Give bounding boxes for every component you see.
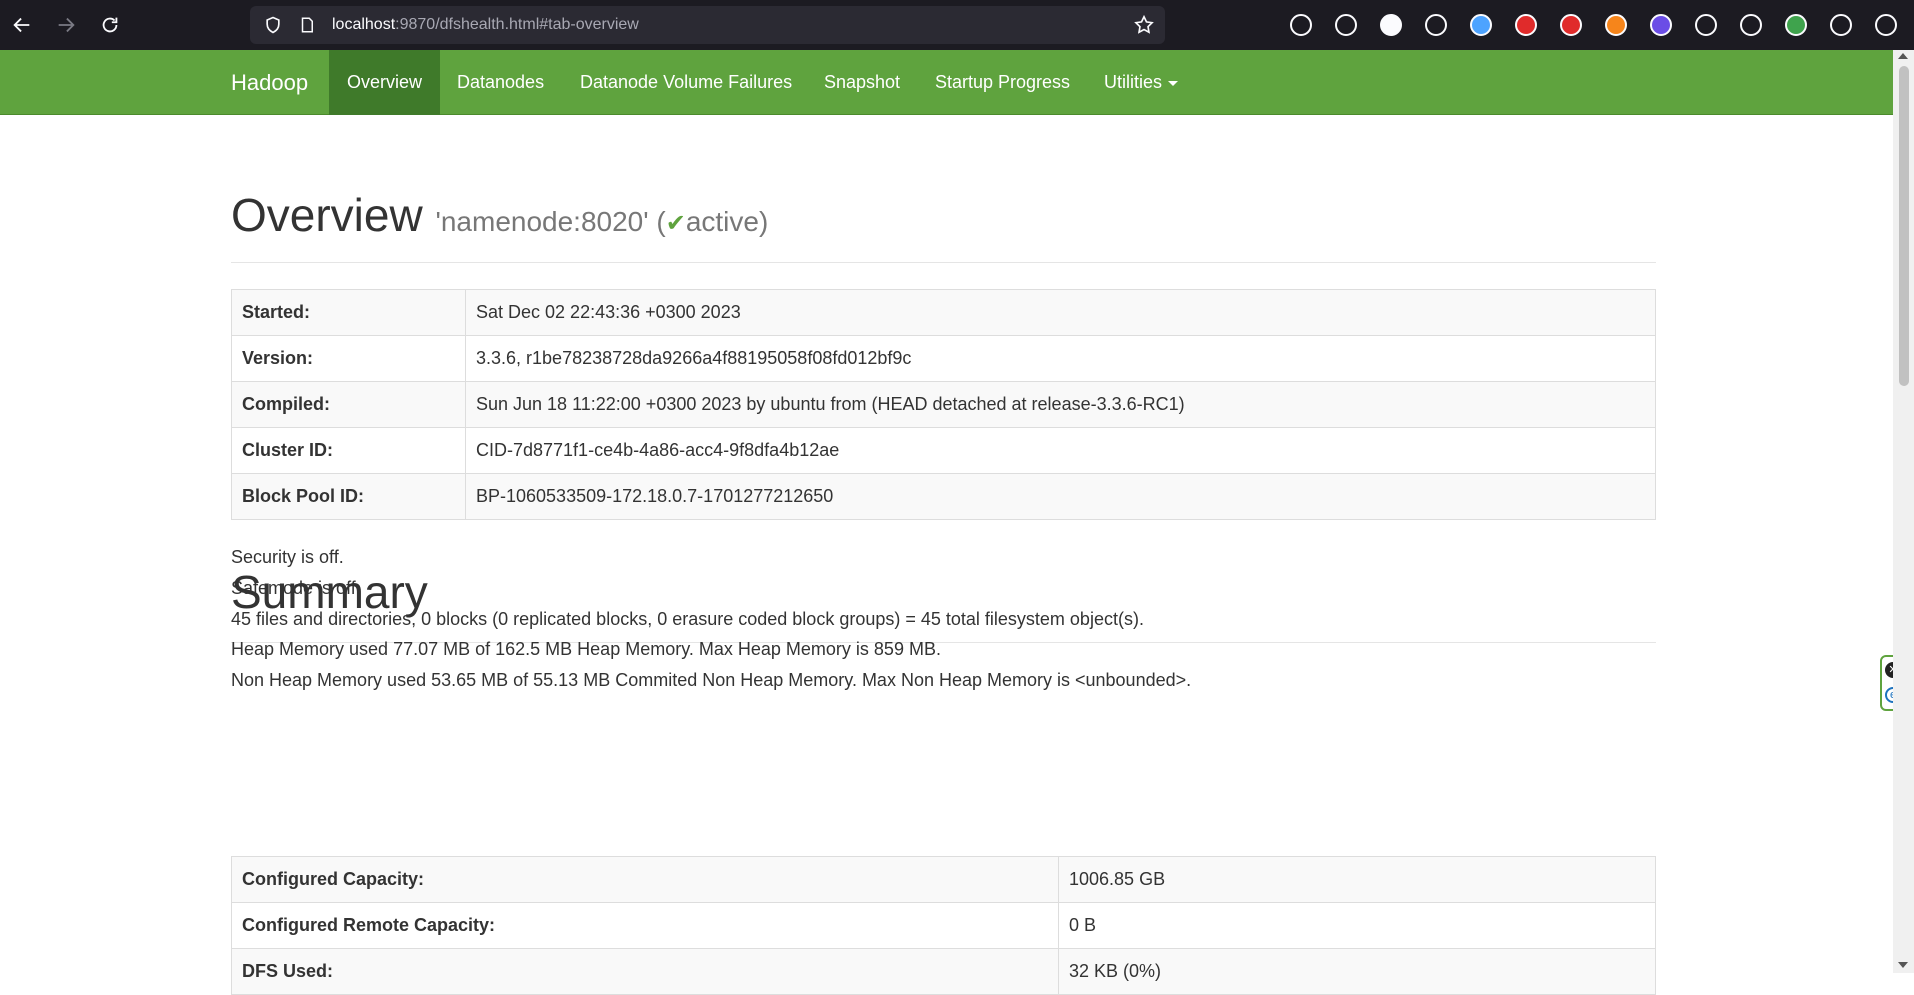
table-row: DFS Used: 32 KB (0%)	[231, 948, 1656, 995]
row-key: Compiled:	[231, 381, 466, 428]
table-row: Version: 3.3.6, r1be78238728da9266a4f8819…	[231, 335, 1656, 382]
summary-line: 45 files and directories, 0 blocks (0 re…	[231, 609, 1144, 629]
puzzle-icon-glyph	[1829, 14, 1852, 36]
divider	[231, 262, 1656, 263]
row-value: 32 KB (0%)	[1058, 948, 1656, 995]
pocket-icon-glyph	[1289, 14, 1312, 36]
table-row: Compiled: Sun Jun 18 11:22:00 +0300 2023 …	[231, 381, 1656, 428]
summary-line: Heap Memory used 77.07 MB of 162.5 MB He…	[231, 639, 941, 659]
forward-button[interactable]	[44, 0, 88, 50]
summary-line: Security is off.	[231, 547, 344, 567]
ghost-icon-glyph	[1649, 14, 1672, 36]
arrow-left-icon	[13, 17, 30, 33]
page-title: Overview 'namenode:8020' (✔active)	[231, 188, 768, 242]
bars-icon[interactable]	[1413, 0, 1458, 50]
puzzle-color-icon-glyph	[1784, 14, 1807, 36]
tab-startup-progress[interactable]: Startup Progress	[917, 50, 1088, 115]
a-icon-glyph	[1379, 14, 1402, 36]
row-value: Sat Dec 02 22:43:36 +0300 2023	[465, 289, 1656, 336]
check-icon: ✔	[665, 210, 686, 237]
ghost-icon[interactable]	[1638, 0, 1683, 50]
extension-bar	[1278, 0, 1908, 50]
table-row: Configured Remote Capacity: 0 B	[231, 902, 1656, 949]
host-text: 'namenode:8020'	[435, 206, 649, 237]
tab-overview[interactable]: Overview	[329, 50, 441, 115]
reload-button[interactable]	[88, 0, 132, 50]
namenode-host: 'namenode:8020' (✔active)	[435, 206, 769, 237]
row-value: 3.3.6, r1be78238728da9266a4f88195058f08f…	[465, 335, 1656, 382]
row-value: BP-1060533509-172.18.0.7-1701277212650	[465, 473, 1656, 520]
scrollbar-thumb[interactable]	[1899, 66, 1909, 386]
tab-snapshot[interactable]: Snapshot	[806, 50, 918, 115]
browser-toolbar: localhost:9870/dfshealth.html#tab-overvi…	[0, 0, 1914, 50]
menu-icon[interactable]	[1863, 0, 1908, 50]
hand-icon-glyph	[1559, 14, 1582, 36]
scrollbar[interactable]	[1893, 50, 1914, 973]
circle-icon[interactable]	[1458, 0, 1503, 50]
bookmark-star-icon[interactable]	[1133, 14, 1155, 36]
arrow-right-icon	[58, 17, 75, 33]
row-key: Cluster ID:	[231, 427, 466, 474]
utilities-label: Utilities	[1104, 72, 1163, 92]
back-button[interactable]	[0, 0, 44, 50]
overview-table: Started: Sat Dec 02 22:43:36 +0300 2023 Ve…	[231, 289, 1656, 520]
tab-utilities[interactable]: Utilities	[1086, 50, 1196, 115]
summary-line: Non Heap Memory used 53.65 MB of 55.13 M…	[231, 670, 1192, 690]
shield-icon[interactable]	[1683, 0, 1728, 50]
tab-datanodes[interactable]: Datanodes	[439, 50, 562, 115]
url-text[interactable]: localhost:9870/dfshealth.html#tab-overvi…	[332, 16, 639, 34]
table-row: Started: Sat Dec 02 22:43:36 +0300 2023	[231, 289, 1656, 336]
menu-icon-glyph	[1874, 14, 1897, 36]
hadoop-navbar: Hadoop Overview Datanodes Datanode Volum…	[0, 50, 1893, 115]
row-key: Configured Remote Capacity:	[231, 902, 1059, 949]
glasses-icon-glyph	[1739, 14, 1762, 36]
row-value: 1006.85 GB	[1058, 856, 1656, 903]
url-path: :9870/dfshealth.html#tab-overview	[395, 16, 639, 33]
table-row: Cluster ID: CID-7d8771f1-ce4b-4a86-acc4-9…	[231, 427, 1656, 474]
brand-logo[interactable]: Hadoop	[231, 50, 308, 115]
pocket-icon[interactable]	[1278, 0, 1323, 50]
page-icon[interactable]	[296, 14, 318, 36]
overview-heading: Overview	[231, 189, 423, 241]
hand-icon[interactable]	[1548, 0, 1593, 50]
scroll-down-arrow-icon[interactable]	[1898, 962, 1908, 968]
url-bar[interactable]: localhost:9870/dfshealth.html#tab-overvi…	[250, 6, 1165, 44]
capacity-table: Configured Capacity: 1006.85 GB Configured…	[231, 856, 1656, 995]
abp-icon[interactable]	[1503, 0, 1548, 50]
a-icon[interactable]	[1368, 0, 1413, 50]
fox-icon[interactable]	[1593, 0, 1638, 50]
shield-icon-glyph	[1694, 14, 1717, 36]
fox-icon-glyph	[1604, 14, 1627, 36]
scroll-up-arrow-icon[interactable]	[1898, 53, 1908, 59]
shield-icon[interactable]	[262, 14, 284, 36]
tab-datanode-volume-failures[interactable]: Datanode Volume Failures	[562, 50, 810, 115]
summary-line: Safemode is off.	[231, 578, 361, 598]
puzzle-color-icon[interactable]	[1773, 0, 1818, 50]
url-host: localhost	[332, 16, 396, 33]
circle-icon-glyph	[1469, 14, 1492, 36]
reload-icon	[102, 17, 118, 33]
download-icon-glyph	[1334, 14, 1357, 36]
row-value: Sun Jun 18 11:22:00 +0300 2023 by ubuntu…	[465, 381, 1656, 428]
row-key: Version:	[231, 335, 466, 382]
row-value: CID-7d8771f1-ce4b-4a86-acc4-9f8dfa4b12ae	[465, 427, 1656, 474]
glasses-icon[interactable]	[1728, 0, 1773, 50]
puzzle-icon[interactable]	[1818, 0, 1863, 50]
abp-icon-glyph	[1514, 14, 1537, 36]
row-key: Started:	[231, 289, 466, 336]
table-row: Block Pool ID: BP-1060533509-172.18.0.7-1…	[231, 473, 1656, 520]
row-value: 0 B	[1058, 902, 1656, 949]
row-key: Block Pool ID:	[231, 473, 466, 520]
row-key: Configured Capacity:	[231, 856, 1059, 903]
status-text: active	[685, 206, 759, 237]
table-row: Configured Capacity: 1006.85 GB	[231, 856, 1656, 903]
download-icon[interactable]	[1323, 0, 1368, 50]
bars-icon-glyph	[1424, 14, 1447, 36]
row-key: DFS Used:	[231, 948, 1059, 995]
caret-down-icon	[1168, 80, 1179, 86]
